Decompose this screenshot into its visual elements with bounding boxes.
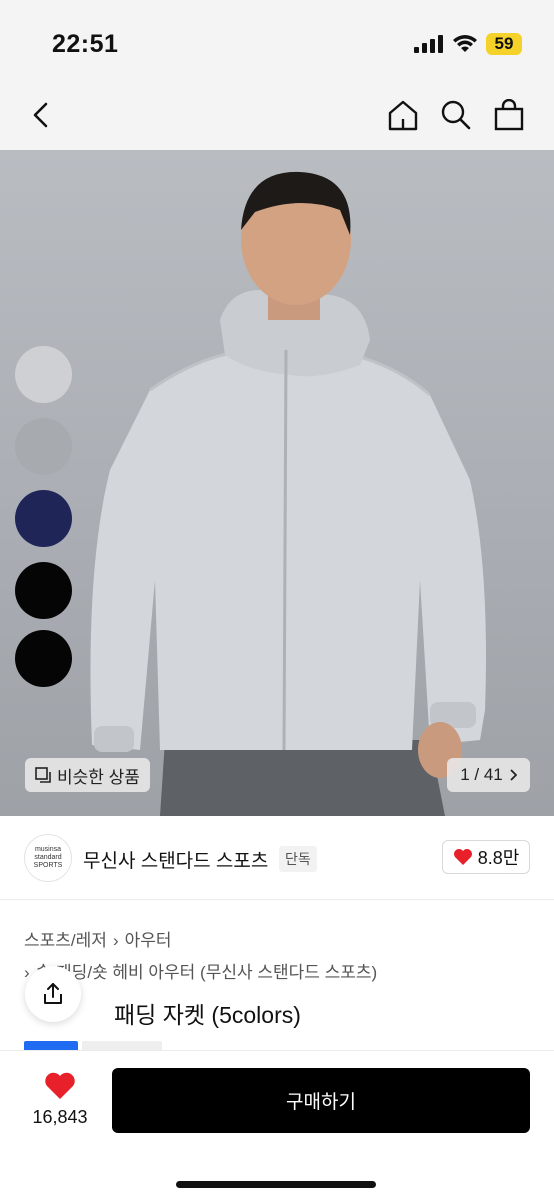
home-icon[interactable] [380,92,426,138]
breadcrumb: 스포츠/레저 › 아우터 [24,926,172,951]
home-indicator [176,1181,376,1188]
similar-products-button[interactable]: 비슷한 상품 [25,758,150,792]
status-time: 22:51 [52,30,119,58]
brand-logo-line: standard [34,854,62,861]
product-title-text: 패딩 자켓 (5colors) [114,1002,301,1028]
exclusive-badge: 단독 [279,846,317,872]
product-photo-illustration [90,171,486,816]
similar-icon [35,767,51,783]
share-button[interactable] [25,966,81,1022]
heart-icon [453,848,473,866]
color-swatch-navy[interactable] [15,490,72,547]
signal-icon [414,35,444,53]
brand-logo-line: musinsa [34,846,62,853]
status-bar: 22:51 59 [0,0,554,80]
search-icon[interactable] [433,92,479,138]
buy-button-label: 구매하기 [286,1092,356,1113]
breadcrumb-subcategory[interactable]: 아우터 [125,931,172,950]
color-swatch-black-2[interactable] [15,630,72,687]
bottom-purchase-bar: 16,843 구매하기 [0,1050,554,1200]
image-counter[interactable]: 1 / 41 [447,758,530,792]
brand-name[interactable]: 무신사 스탠다드 스포츠 [83,846,268,873]
chevron-left-icon[interactable] [18,92,64,138]
brand-like-button[interactable]: 8.8만 [442,840,530,874]
shopping-bag-icon[interactable] [486,92,532,138]
product-subcategory[interactable]: 숏 패딩/숏 헤비 아우터 (무신사 스탠다드 스포츠) [36,963,378,982]
image-counter-label: 1 / 41 [460,765,503,784]
color-swatch-black[interactable] [15,562,72,619]
buy-button[interactable]: 구매하기 [112,1068,530,1133]
color-swatch-light-gray[interactable] [15,346,72,403]
wishlist-heart-icon[interactable] [44,1071,76,1101]
breadcrumb-chevron-icon: › [112,931,119,950]
wifi-icon [452,33,478,53]
similar-products-label: 비슷한 상품 [57,767,140,787]
breadcrumb-category[interactable]: 스포츠/레저 [24,931,107,950]
product-image[interactable]: 비슷한 상품 1 / 41 [0,150,554,816]
share-icon [41,982,65,1006]
brand-logo-line: SPORTS [33,862,63,869]
brand-like-count: 8.8만 [477,848,520,868]
color-swatch-gray[interactable] [15,418,72,475]
battery-indicator: 59 [486,33,522,55]
nav-bar [0,80,554,150]
brand-logo[interactable]: musinsa standard SPORTS [24,834,72,882]
wishlist-count: 16,843 [32,1107,88,1127]
brand-row: musinsa standard SPORTS 무신사 스탠다드 스포츠 단독 … [0,816,554,900]
chevron-right-icon [509,769,517,781]
